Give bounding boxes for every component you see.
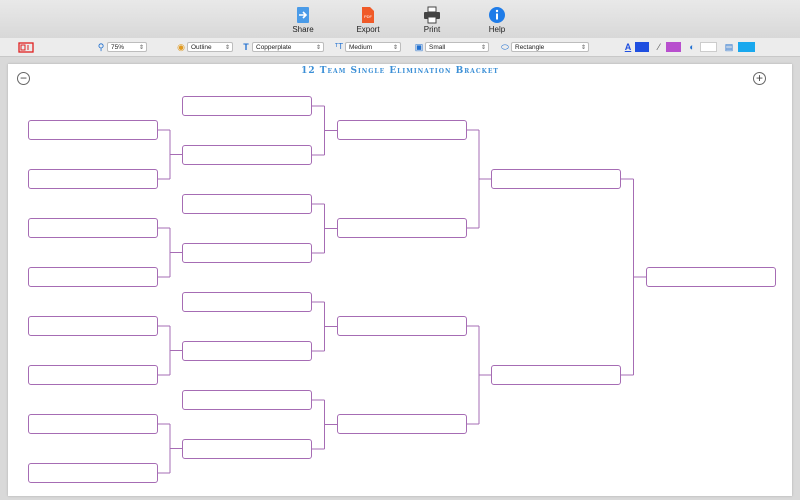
bracket-slot[interactable] — [28, 316, 158, 336]
bracket-slot[interactable] — [337, 316, 467, 336]
outline-icon: ◉ — [177, 42, 185, 52]
font-select[interactable]: Copperplate ⇕ — [252, 42, 324, 52]
print-label: Print — [423, 25, 441, 34]
svg-text:PDF: PDF — [364, 14, 373, 19]
share-icon — [297, 7, 309, 23]
bracket-slot[interactable] — [28, 414, 158, 434]
text-size-select[interactable]: Medium ⇕ — [345, 42, 401, 52]
box-size-select[interactable]: Small ⇕ — [425, 42, 489, 52]
bracket-slot[interactable] — [491, 169, 621, 189]
bracket-slot[interactable] — [337, 414, 467, 434]
fill-color-swatch[interactable] — [700, 42, 717, 52]
print-button[interactable]: Print — [402, 4, 462, 36]
bracket-slot[interactable] — [646, 267, 776, 287]
bracket-slot[interactable] — [28, 267, 158, 287]
shape-icon: ⬭ — [501, 42, 509, 52]
box-size-value: Small — [429, 44, 446, 51]
printer-icon — [424, 6, 440, 24]
bracket-slot[interactable] — [28, 365, 158, 385]
bracket-slot[interactable] — [28, 169, 158, 189]
bracket-slot[interactable] — [182, 194, 312, 214]
bracket-slot[interactable] — [28, 463, 158, 483]
bracket-slot[interactable] — [182, 243, 312, 263]
bracket-connector — [158, 325, 182, 376]
export-button[interactable]: PDF Export — [338, 4, 398, 36]
bracket-connector — [467, 129, 491, 229]
background-color-swatch[interactable] — [738, 42, 755, 52]
help-label: Help — [488, 25, 506, 34]
bracket-slot[interactable] — [28, 120, 158, 140]
bracket-connector — [312, 105, 337, 156]
text-color-icon[interactable]: A — [622, 41, 634, 53]
shape-value: Rectangle — [515, 44, 545, 51]
share-label: Share — [292, 25, 314, 34]
fill-color-icon[interactable]: ◐ — [686, 41, 698, 53]
sidebar-toggle-button[interactable] — [18, 41, 36, 53]
help-button[interactable]: Help — [467, 4, 527, 36]
bracket-slot[interactable] — [28, 218, 158, 238]
bracket-slot[interactable] — [182, 341, 312, 361]
box-size-icon: ▣ — [414, 42, 424, 52]
shape-select[interactable]: Rectangle ⇕ — [511, 42, 589, 52]
bracket-connector — [158, 423, 182, 474]
export-label: Export — [356, 25, 380, 34]
pdf-icon: PDF — [362, 7, 374, 23]
sidebar-icon — [18, 42, 34, 53]
line-color-icon[interactable]: ⁄ — [653, 41, 665, 53]
outline-value: Outline — [191, 44, 212, 51]
bracket-slot[interactable] — [491, 365, 621, 385]
bracket-connector — [312, 399, 337, 450]
bracket-connector — [467, 325, 491, 425]
bracket-slot[interactable] — [337, 120, 467, 140]
bracket-slot[interactable] — [182, 390, 312, 410]
bracket-connector — [312, 301, 337, 352]
font-icon: T — [243, 42, 249, 52]
toolbar: Share PDF Export Print Help — [0, 0, 800, 39]
bracket-slot[interactable] — [182, 439, 312, 459]
bracket-connector — [621, 178, 646, 376]
text-color-swatch[interactable] — [635, 42, 649, 52]
format-bar: ⚲ 75% ⇕ ◉ Outline ⇕ T Copperplate ⇕ ᵀT Medi… — [0, 38, 800, 57]
text-size-value: Medium — [349, 44, 373, 51]
outline-select[interactable]: Outline ⇕ — [187, 42, 233, 52]
zoom-icon: ⚲ — [97, 42, 105, 52]
bracket-slot[interactable] — [182, 292, 312, 312]
bracket-connector — [158, 227, 182, 278]
background-icon[interactable]: ▤ — [723, 41, 735, 53]
bracket-slot[interactable] — [337, 218, 467, 238]
bracket-connector — [312, 203, 337, 254]
line-color-swatch[interactable] — [666, 42, 681, 52]
bracket-canvas[interactable]: 12 Team Single Elimination Bracket − + — [8, 64, 792, 496]
bracket-slot[interactable] — [182, 96, 312, 116]
bracket-connector — [158, 129, 182, 180]
font-value: Copperplate — [256, 44, 292, 51]
share-button[interactable]: Share — [273, 4, 333, 36]
zoom-value: 75% — [111, 44, 125, 51]
info-icon — [489, 7, 505, 23]
zoom-select[interactable]: 75% ⇕ — [107, 42, 147, 52]
text-size-icon: ᵀT — [334, 42, 344, 51]
bracket-slot[interactable] — [182, 145, 312, 165]
